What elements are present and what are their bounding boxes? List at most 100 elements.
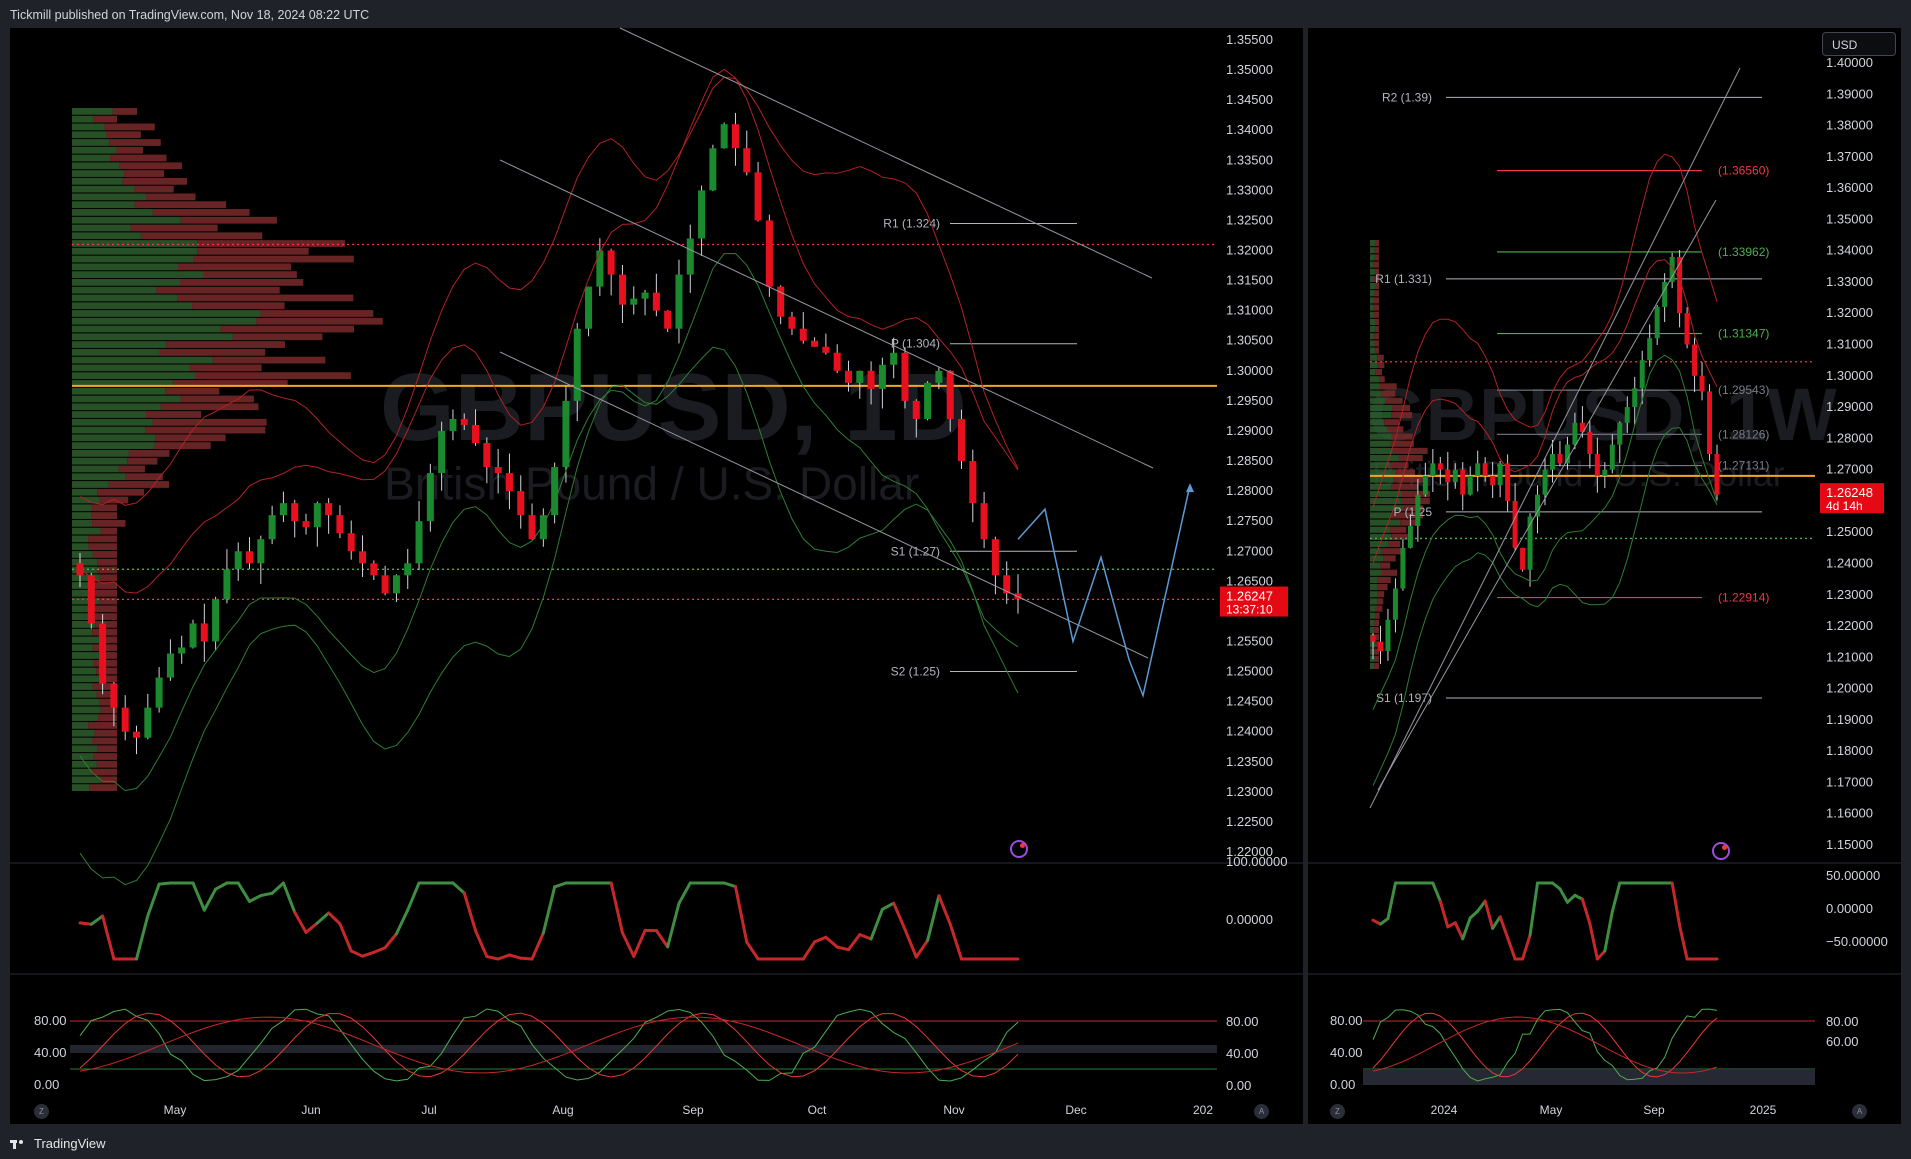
- weekly-vp-sell-bar: [1393, 476, 1426, 483]
- weekly-candle-body: [1422, 475, 1428, 495]
- weekly-candle-body: [1594, 454, 1600, 476]
- weekly-y-tick-24: 1.16000: [1826, 806, 1873, 821]
- weekly-auto-icon[interactable]: A: [1852, 1104, 1867, 1119]
- weekly-candle-body: [1392, 588, 1398, 620]
- daily-oscillator-segment: [349, 949, 365, 958]
- daily-vp-buy-bar: [72, 310, 261, 317]
- daily-oscillator-segment: [485, 955, 500, 961]
- daily-vp-buy-bar: [72, 131, 107, 139]
- charts-svg[interactable]: GBPUSD, 1DBritish Pound / U.S. Dollar1.3…: [0, 0, 1911, 1159]
- daily-vp-sell-bar: [232, 333, 323, 341]
- weekly-alert-bolt-icon[interactable]: [1712, 842, 1730, 860]
- weekly-vp-sell-bar: [1379, 383, 1397, 390]
- daily-candle-body: [325, 503, 333, 516]
- daily-vp-buy-bar: [72, 473, 126, 481]
- daily-vp-buy-bar: [72, 442, 155, 449]
- weekly-oscillator-segment: [1386, 881, 1397, 921]
- daily-candle-body: [991, 539, 999, 576]
- daily-vp-buy-bar: [72, 232, 141, 240]
- weekly-vp-sell-bar: [1374, 254, 1379, 261]
- daily-oscillator-segment: [474, 929, 489, 959]
- daily-candle-body: [359, 551, 367, 564]
- weekly-vp-sell-bar: [1375, 240, 1379, 247]
- daily-candle-body: [200, 623, 208, 642]
- daily-vp-sell-bar: [97, 745, 117, 753]
- daily-vp-buy-bar: [72, 488, 98, 496]
- weekly-osc-tick-2: −50.00000: [1826, 934, 1888, 949]
- weekly-y-tick-0: 1.40000: [1826, 55, 1873, 70]
- daily-vp-buy-bar: [72, 675, 101, 683]
- weekly-vp-sell-bar: [1374, 340, 1379, 347]
- daily-vp-sell-bar: [180, 216, 277, 224]
- weekly-candle-body: [1617, 422, 1623, 445]
- weekly-vp-sell-bar: [1381, 548, 1404, 555]
- weekly-zoom-icon[interactable]: Z: [1330, 1104, 1345, 1119]
- daily-zoom-icon[interactable]: Z: [34, 1104, 49, 1119]
- daily-vp-sell-bar: [91, 504, 117, 512]
- daily-candle-body: [178, 647, 186, 654]
- currency-button[interactable]: USD: [1822, 32, 1896, 56]
- daily-projection-arrow-icon: [1186, 483, 1194, 493]
- daily-candle-body: [472, 424, 480, 443]
- daily-stoch-right-tick-1: 40.00: [1226, 1046, 1259, 1061]
- weekly-candle-body: [1542, 469, 1548, 495]
- daily-oscillator-segment: [496, 953, 511, 961]
- daily-vp-sell-bar: [180, 395, 254, 403]
- weekly-candle-body: [1460, 469, 1466, 495]
- daily-alert-bolt-icon[interactable]: [1010, 840, 1028, 858]
- daily-oscillator-segment: [609, 881, 624, 935]
- weekly-y-tick-2: 1.38000: [1826, 118, 1873, 133]
- weekly-y-tick-11: 1.29000: [1826, 399, 1873, 414]
- daily-vp-sell-bar: [197, 247, 309, 255]
- daily-oscillator-segment: [846, 933, 862, 952]
- daily-oscillator-segment: [157, 881, 172, 886]
- daily-vp-sell-bar: [197, 240, 346, 247]
- daily-y-tick-10: 1.30500: [1226, 333, 1273, 348]
- weekly-vp-buy-bar: [1370, 333, 1374, 340]
- daily-candle-body: [76, 563, 84, 576]
- daily-candle-body: [698, 190, 706, 239]
- daily-auto-icon[interactable]: A: [1254, 1104, 1269, 1119]
- daily-candle-body: [87, 575, 95, 624]
- daily-candle-body: [856, 370, 864, 383]
- weekly-vp-buy-bar: [1370, 376, 1380, 383]
- daily-candle-body: [99, 623, 107, 684]
- daily-vp-sell-bar: [195, 372, 351, 380]
- daily-y-tick-20: 1.25500: [1226, 633, 1273, 648]
- daily-oscillator-segment: [394, 908, 410, 936]
- weekly-vp-sell-bar: [1391, 483, 1419, 490]
- daily-candle-body: [517, 491, 525, 516]
- weekly-stoch-left-tick-1: 40.00: [1330, 1045, 1363, 1060]
- daily-oscillator-segment: [858, 933, 873, 941]
- daily-vp-buy-bar: [72, 776, 101, 784]
- daily-y-tick-26: 1.22500: [1226, 814, 1273, 829]
- weekly-vp-sell-bar: [1388, 541, 1401, 548]
- weekly-vp-buy-bar: [1370, 519, 1401, 526]
- daily-oscillator-segment: [948, 922, 963, 961]
- daily-oscillator-segment: [530, 931, 545, 961]
- daily-candle-body: [686, 238, 694, 275]
- daily-osc-tick-1: 0.00000: [1226, 912, 1273, 927]
- weekly-oscillator-segment: [1461, 916, 1472, 941]
- daily-vp-sell-bar: [109, 139, 161, 146]
- weekly-vp-buy-bar: [1370, 662, 1375, 669]
- daily-vp-buy-bar: [72, 279, 180, 286]
- weekly-pivot-label-3: S1 (1.197): [1376, 691, 1432, 705]
- weekly-candle-body: [1475, 463, 1481, 476]
- daily-candle-body: [449, 418, 457, 431]
- weekly-vp-buy-bar: [1370, 304, 1374, 311]
- weekly-candle-body: [1385, 619, 1391, 652]
- daily-vp-sell-bar: [110, 154, 167, 162]
- daily-vp-sell-bar: [152, 418, 267, 426]
- weekly-y-tick-7: 1.33000: [1826, 274, 1873, 289]
- weekly-vp-sell-bar: [1379, 376, 1385, 383]
- weekly-vp-sell-bar: [1374, 290, 1379, 297]
- weekly-vp-sell-bar: [1375, 369, 1383, 376]
- weekly-candle-body: [1564, 444, 1570, 464]
- weekly-pivot-label-2: P (1.25: [1394, 505, 1433, 519]
- weekly-candle-body: [1714, 454, 1720, 495]
- daily-candle-body: [630, 298, 638, 305]
- tradingview-logo[interactable]: TradingView: [10, 1136, 106, 1151]
- daily-oscillator-segment: [315, 911, 331, 925]
- daily-vp-buy-bar: [72, 729, 95, 737]
